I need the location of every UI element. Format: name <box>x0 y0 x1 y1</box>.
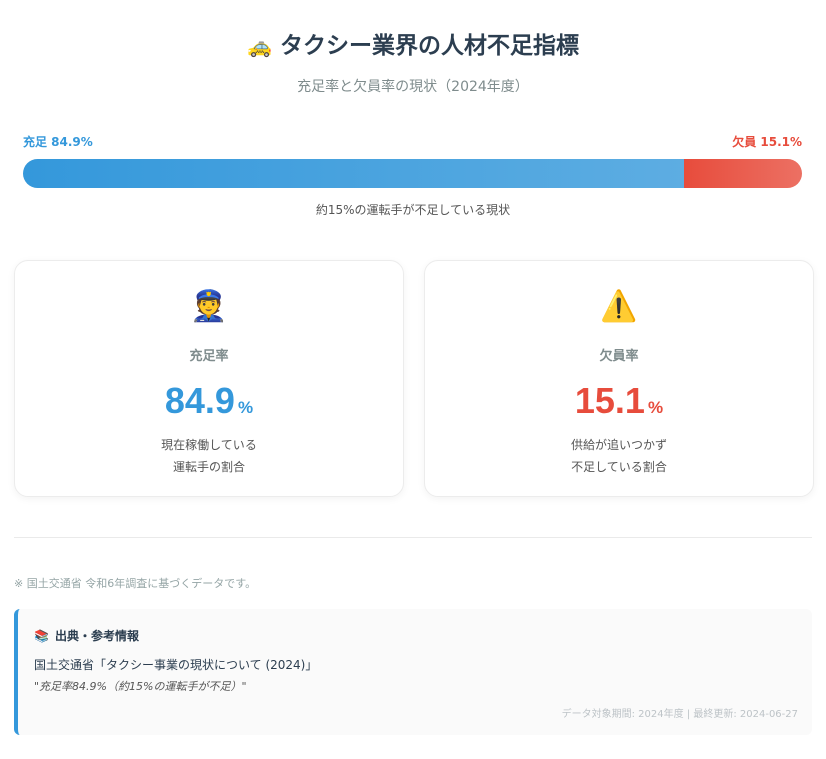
page-title: 🚕 タクシー業界の人材不足指標 <box>0 26 826 60</box>
shortage-rate-description: 供給が追いつかず 不足している割合 <box>425 434 813 478</box>
fill-rate-value: 84.9% <box>15 379 403 430</box>
page-title-text: タクシー業界の人材不足指標 <box>279 33 579 59</box>
source-title: 📚 出典・参考情報 <box>34 627 139 644</box>
police-officer-icon: 👮 <box>190 289 228 324</box>
shortage-rate-number: 15.1 <box>574 380 645 421</box>
progress-bar <box>23 159 802 188</box>
source-box: 📚 出典・参考情報 国土交通省「タクシー事業の現状について (2024)」 "充足… <box>14 609 812 735</box>
fill-rate-unit: % <box>237 398 254 417</box>
progress-bar-shortage-segment <box>684 159 802 188</box>
shortage-rate-value: 15.1% <box>425 379 813 430</box>
books-icon: 📚 <box>34 629 49 643</box>
shortage-rate-card-label: 欠員率 <box>599 349 639 364</box>
fill-rate-label: 充足 84.9% <box>23 135 93 149</box>
source-title-text: 出典・参考情報 <box>54 629 139 643</box>
shortage-rate-card: ⚠️ 欠員率 15.1% 供給が追いつかず 不足している割合 <box>424 260 814 497</box>
source-quote: "充足率84.9%（約15%の運転手が不足）" <box>34 680 247 693</box>
shortage-rate-unit: % <box>647 398 664 417</box>
shortage-rate-label: 欠員 15.1% <box>732 135 802 149</box>
warning-icon: ⚠️ <box>600 289 638 324</box>
shortage-rate-desc-line1: 供給が追いつかず <box>570 438 667 452</box>
progress-bar-fill-segment <box>23 159 685 188</box>
source-meta: データ対象期間: 2024年度 | 最終更新: 2024-06-27 <box>561 709 798 720</box>
fill-rate-description: 現在稼働している 運転手の割合 <box>15 434 403 478</box>
page-subtitle: 充足率と欠員率の現状（2024年度） <box>297 79 529 95</box>
fill-rate-desc-line2: 運転手の割合 <box>172 460 245 474</box>
bar-labels: 充足 84.9% 欠員 15.1% <box>23 133 802 151</box>
source-citation: 国土交通省「タクシー事業の現状について (2024)」 <box>34 658 318 672</box>
shortage-rate-desc-line2: 不足している割合 <box>571 460 667 474</box>
fill-rate-card: 👮 充足率 84.9% 現在稼働している 運転手の割合 <box>14 260 404 497</box>
fill-rate-card-label: 充足率 <box>189 349 229 364</box>
divider <box>14 537 812 538</box>
bar-note: 約15%の運転手が不足している現状 <box>315 203 511 217</box>
footnote: ※ 国土交通省 令和6年調査に基づくデータです。 <box>14 577 257 590</box>
taxi-icon: 🚕 <box>247 34 272 58</box>
fill-rate-number: 84.9 <box>164 380 235 421</box>
fill-rate-desc-line1: 現在稼働している <box>161 438 257 452</box>
